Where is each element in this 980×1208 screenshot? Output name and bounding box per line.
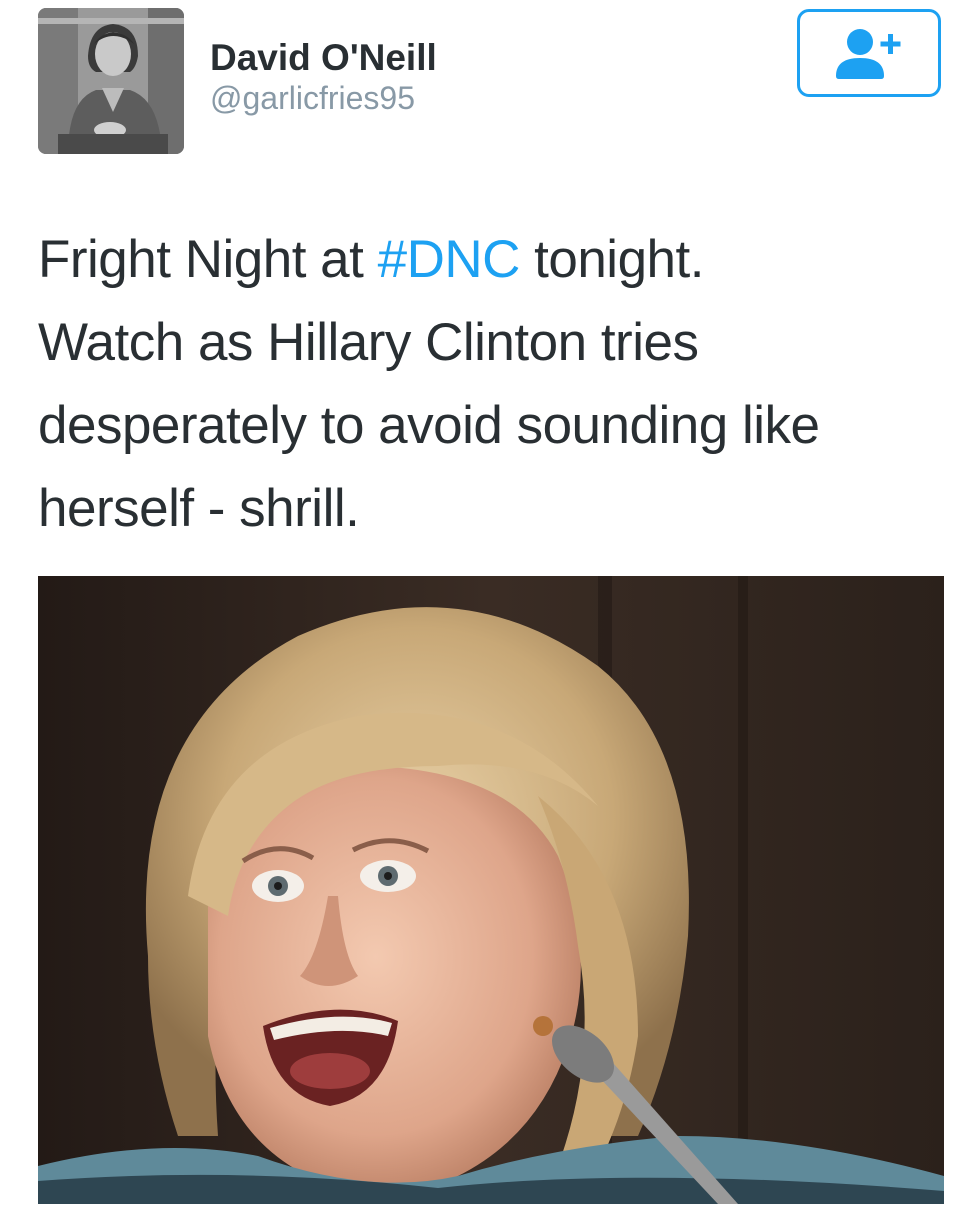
tweet-line-2: Watch as Hillary Clinton tries	[38, 313, 699, 372]
user-handle[interactable]: @garlicfries95	[210, 78, 437, 118]
user-avatar[interactable]	[38, 8, 184, 154]
photo-image	[38, 576, 944, 1204]
tweet-line-1: Fright Night at #DNC tonight.	[38, 218, 948, 301]
tweet-line-3: desperately to avoid sounding like	[38, 396, 820, 455]
tweet-line-4: herself - shrill.	[38, 479, 360, 538]
hashtag-link[interactable]: #DNC	[378, 230, 521, 289]
tweet-text: Fright Night at #DNC tonight. Watch as H…	[38, 218, 948, 550]
add-user-icon	[836, 29, 901, 79]
avatar-photo	[38, 8, 184, 154]
user-info: David O'Neill @garlicfries95	[210, 36, 437, 118]
display-name[interactable]: David O'Neill	[210, 36, 437, 80]
tweet-text-segment: Fright Night at	[38, 230, 378, 289]
tweet-media-photo[interactable]	[38, 576, 944, 1204]
tweet-text-segment: tonight.	[519, 230, 704, 289]
tweet-card: David O'Neill @garlicfries95 Fright Nigh…	[0, 0, 980, 1208]
follow-button[interactable]	[797, 9, 941, 97]
